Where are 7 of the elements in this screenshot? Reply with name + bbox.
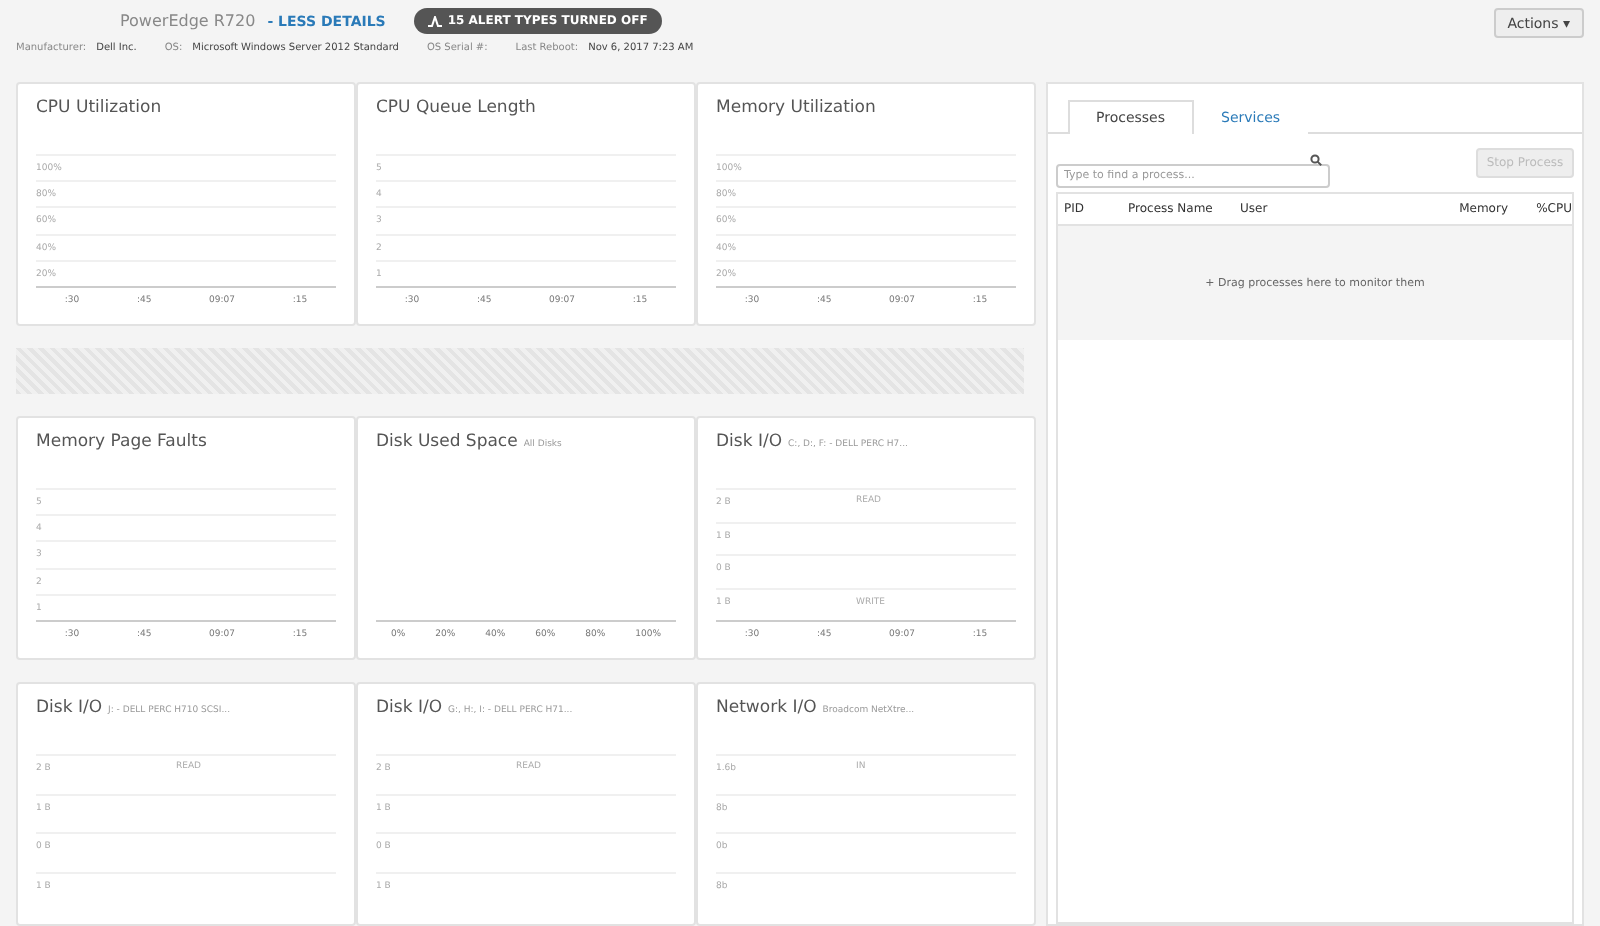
chart-title: Memory Page Faults (36, 432, 209, 452)
search-icon (1310, 154, 1322, 166)
chart-title: Memory Utilization (716, 98, 878, 118)
server-model: PowerEdge R720 (120, 12, 256, 30)
chart-title: CPU Utilization (36, 98, 164, 118)
chart-title: CPU Queue Length (376, 98, 538, 118)
waveform-icon (427, 15, 442, 27)
